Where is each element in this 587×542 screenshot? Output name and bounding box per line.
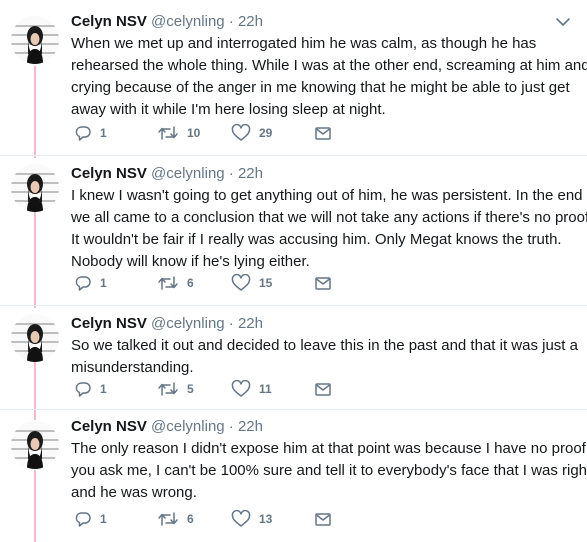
tweet-text-line: and he was wrong. <box>71 484 197 501</box>
reply-count: 1 <box>100 126 107 140</box>
tweet-text: So we talked it out and decided to leave… <box>71 335 581 379</box>
like-count: 11 <box>259 382 272 396</box>
retweet-icon <box>157 510 179 528</box>
tweet-text-line: away with it while I'm here losing sleep… <box>71 101 386 118</box>
like-button[interactable]: 11 <box>231 380 272 398</box>
tweet-text-line: we all came to a conclusion that we will… <box>71 209 587 226</box>
reply-count: 1 <box>100 276 107 290</box>
user-handle[interactable]: @celynling <box>151 13 225 30</box>
like-count: 15 <box>259 276 273 290</box>
tweet-header: Celyn NSV @celynling · 22h <box>71 417 263 436</box>
timestamp[interactable]: 22h <box>238 418 263 435</box>
direct-message-button[interactable] <box>314 274 332 292</box>
reply-button[interactable]: 1 <box>74 510 107 528</box>
tweet-text-line: The only reason I didn't expose him at t… <box>71 440 587 457</box>
envelope-icon <box>314 510 332 528</box>
retweet-count: 5 <box>187 382 194 396</box>
retweet-count: 6 <box>187 512 194 526</box>
tweet-text: I knew I wasn't going to get anything ou… <box>71 185 587 273</box>
direct-message-button[interactable] <box>314 510 332 528</box>
user-handle[interactable]: @celynling <box>151 165 225 182</box>
timestamp[interactable]: 22h <box>238 165 263 182</box>
heart-icon <box>231 380 251 398</box>
tweet[interactable]: Celyn NSV @celynling · 22h So we talked … <box>0 302 587 410</box>
heart-icon <box>231 510 251 528</box>
reply-button[interactable]: 1 <box>74 274 107 292</box>
tweet-actions: 1 6 13 <box>71 510 371 528</box>
retweet-icon <box>157 380 179 398</box>
tweet-text-line: rehearsed the whole thing. While I was a… <box>71 57 587 74</box>
tweet-text-line: misunderstanding. <box>71 359 194 376</box>
tweet-text-line: When we met up and interrogated him he w… <box>71 35 537 52</box>
reply-button[interactable]: 1 <box>74 380 107 398</box>
tweet[interactable]: Celyn NSV @celynling · 22h The only reas… <box>0 413 587 542</box>
direct-message-button[interactable] <box>314 124 332 142</box>
reply-count: 1 <box>100 382 107 396</box>
tweet-header: Celyn NSV @celynling · 22h <box>71 12 263 31</box>
retweet-count: 6 <box>187 276 194 290</box>
envelope-icon <box>314 380 332 398</box>
tweet-text-line: So we talked it out and decided to leave… <box>71 337 578 354</box>
tweet[interactable]: Celyn NSV @celynling · 22h When we met u… <box>0 0 587 155</box>
display-name[interactable]: Celyn NSV <box>71 418 147 435</box>
separator-dot: · <box>228 13 234 30</box>
retweet-count: 10 <box>187 126 201 140</box>
tweet-text: When we met up and interrogated him he w… <box>71 33 587 121</box>
reply-button[interactable]: 1 <box>74 124 107 142</box>
like-button[interactable]: 15 <box>231 274 272 292</box>
tweet-thread: Celyn NSV @celynling · 22h When we met u… <box>0 0 587 542</box>
retweet-button[interactable]: 10 <box>157 124 200 142</box>
tweet-actions: 1 6 15 <box>71 274 371 292</box>
chevron-down-icon[interactable] <box>555 15 571 27</box>
display-name[interactable]: Celyn NSV <box>71 13 147 30</box>
user-handle[interactable]: @celynling <box>151 418 225 435</box>
display-name[interactable]: Celyn NSV <box>71 315 147 332</box>
separator-dot: · <box>228 165 234 182</box>
tweet-text-line: Nobody will know if he's lying either. <box>71 253 310 270</box>
retweet-button[interactable]: 5 <box>157 380 194 398</box>
separator-dot: · <box>228 418 234 435</box>
avatar[interactable] <box>11 16 59 64</box>
retweet-button[interactable]: 6 <box>157 274 194 292</box>
heart-icon <box>231 124 251 142</box>
like-count: 13 <box>259 512 273 526</box>
reply-icon <box>74 274 92 292</box>
tweet-text: The only reason I didn't expose him at t… <box>71 438 587 504</box>
like-button[interactable]: 29 <box>231 124 272 142</box>
tweet-text-line: crying because of the anger in me knowin… <box>71 79 570 96</box>
tweet[interactable]: Celyn NSV @celynling · 22h I knew I wasn… <box>0 152 587 306</box>
tweet-actions: 1 10 29 <box>71 124 371 142</box>
retweet-icon <box>157 274 179 292</box>
tweet-text-line: you ask me, I can't be 100% sure and tel… <box>71 462 587 479</box>
tweet-divider <box>0 409 587 410</box>
avatar[interactable] <box>11 314 59 362</box>
tweet-text-line: It wouldn't be fair if I really was accu… <box>71 231 562 248</box>
like-count: 29 <box>259 126 273 140</box>
tweet-header: Celyn NSV @celynling · 22h <box>71 164 263 183</box>
tweet-actions: 1 5 11 <box>71 380 371 398</box>
retweet-icon <box>157 124 179 142</box>
reply-icon <box>74 380 92 398</box>
tweet-header: Celyn NSV @celynling · 22h <box>71 314 263 333</box>
avatar[interactable] <box>11 164 59 212</box>
timestamp[interactable]: 22h <box>238 315 263 332</box>
retweet-button[interactable]: 6 <box>157 510 194 528</box>
like-button[interactable]: 13 <box>231 510 272 528</box>
reply-count: 1 <box>100 512 107 526</box>
separator-dot: · <box>228 315 234 332</box>
user-handle[interactable]: @celynling <box>151 315 225 332</box>
tweet-text-line: I knew I wasn't going to get anything ou… <box>71 187 583 204</box>
timestamp[interactable]: 22h <box>238 13 263 30</box>
reply-icon <box>74 510 92 528</box>
avatar[interactable] <box>11 421 59 469</box>
heart-icon <box>231 274 251 292</box>
envelope-icon <box>314 274 332 292</box>
reply-icon <box>74 124 92 142</box>
direct-message-button[interactable] <box>314 380 332 398</box>
display-name[interactable]: Celyn NSV <box>71 165 147 182</box>
envelope-icon <box>314 124 332 142</box>
